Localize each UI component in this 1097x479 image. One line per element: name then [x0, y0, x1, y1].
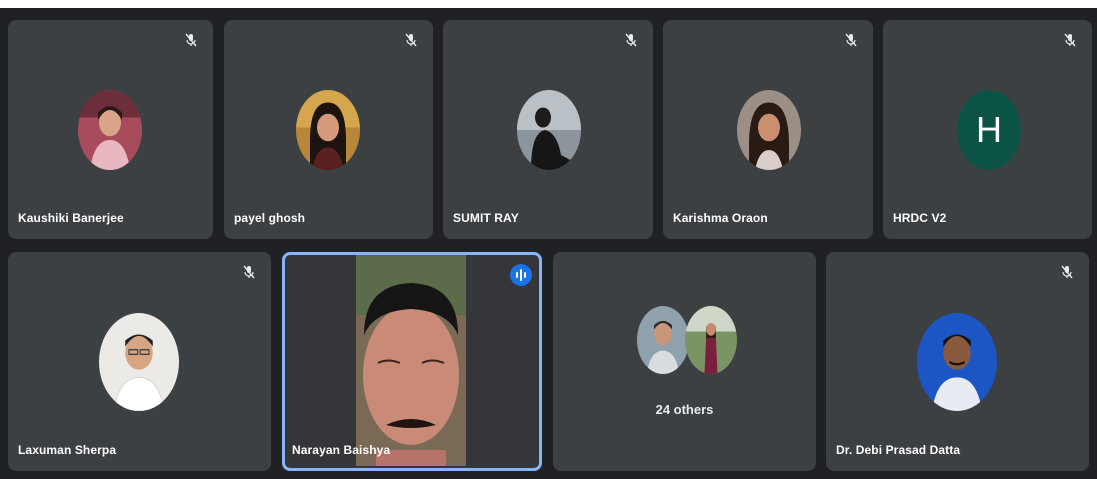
mic-off-icon [843, 32, 859, 48]
mic-off-icon [1062, 32, 1078, 48]
participant-tile-narayan-baishya[interactable]: Narayan Baishya [282, 252, 542, 471]
mic-off-icon [1059, 264, 1075, 280]
participant-name: HRDC V2 [893, 211, 947, 225]
participant-tile-kaushiki-banerjee[interactable]: Kaushiki Banerjee [8, 20, 213, 239]
participant-tile-payel-ghosh[interactable]: payel ghosh [224, 20, 433, 239]
participant-tile-hrdc-v2[interactable]: H HRDC V2 [883, 20, 1092, 239]
avatar [637, 306, 689, 374]
avatar [99, 313, 179, 411]
participant-name: Karishma Oraon [673, 211, 768, 225]
participant-name: payel ghosh [234, 211, 306, 225]
mic-off-icon [623, 32, 639, 48]
avatar-initial: H [957, 90, 1021, 170]
meeting-grid: Kaushiki Banerjee payel ghosh SUMIT RAY … [0, 8, 1097, 479]
participant-name: Laxuman Sherpa [18, 443, 117, 457]
participant-tile-laxuman-sherpa[interactable]: Laxuman Sherpa [8, 252, 271, 471]
participant-name: Narayan Baishya [292, 443, 391, 457]
avatar [78, 90, 142, 170]
speaking-indicator-icon [510, 264, 532, 286]
participant-tile-sumit-ray[interactable]: SUMIT RAY [443, 20, 653, 239]
participant-name: SUMIT RAY [453, 211, 519, 225]
avatar [517, 90, 581, 170]
mic-off-icon [241, 264, 257, 280]
avatar [917, 313, 997, 411]
participant-tile-karishma-oraon[interactable]: Karishma Oraon [663, 20, 873, 239]
mic-off-icon [403, 32, 419, 48]
others-count: 24 others [655, 402, 714, 417]
participant-name: Dr. Debi Prasad Datta [836, 443, 961, 457]
participant-name: Kaushiki Banerjee [18, 211, 124, 225]
others-tile[interactable]: 24 others [553, 252, 816, 471]
mic-off-icon [183, 32, 199, 48]
participant-tile-debi-prasad-datta[interactable]: Dr. Debi Prasad Datta [826, 252, 1089, 471]
avatar [685, 306, 737, 374]
video-feed [356, 255, 466, 466]
avatar [737, 90, 801, 170]
avatar [296, 90, 360, 170]
